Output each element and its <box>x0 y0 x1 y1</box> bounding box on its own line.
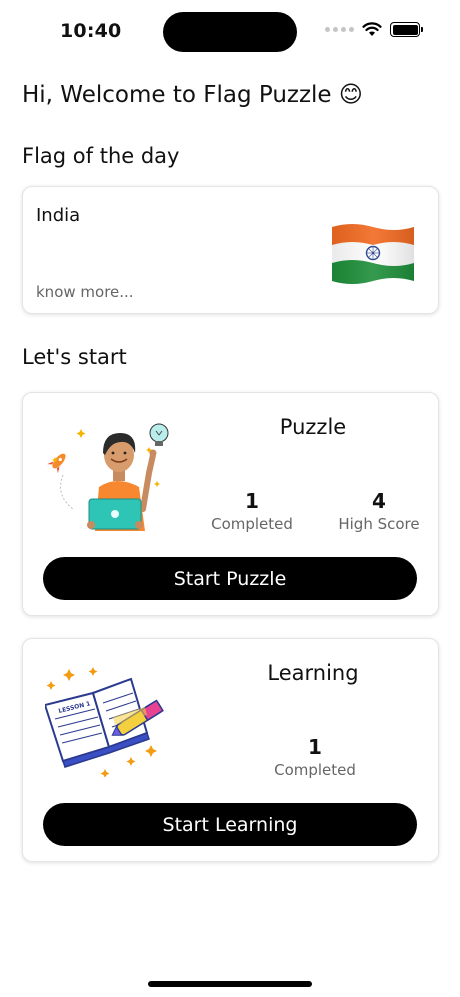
know-more-link[interactable]: know more... <box>36 283 134 301</box>
open-book-illustration: LESSON 1 <box>45 667 164 777</box>
status-icons <box>325 22 423 37</box>
puzzle-title: Puzzle <box>279 415 347 439</box>
flag-country-name: India <box>36 205 81 226</box>
lets-start-heading: Let's start <box>22 345 127 369</box>
status-time: 10:40 <box>60 20 122 42</box>
puzzle-high-score-value: 4 <box>372 489 386 513</box>
wifi-icon <box>362 22 382 36</box>
start-learning-button[interactable]: Start Learning <box>43 803 417 846</box>
flag-of-the-day-heading: Flag of the day <box>22 144 180 168</box>
status-bar: 10:40 <box>0 0 460 62</box>
person-laptop-illustration <box>47 423 169 531</box>
learning-completed-stat: 1 Completed <box>260 735 370 779</box>
puzzle-completed-value: 1 <box>245 489 259 513</box>
india-flag-icon <box>332 224 414 284</box>
home-indicator[interactable] <box>148 981 312 987</box>
dynamic-island <box>163 12 297 52</box>
welcome-title: Hi, Welcome to Flag Puzzle 😊 <box>22 82 363 108</box>
learning-card: LESSON 1 Learning 1 Completed Start Lear… <box>22 638 439 862</box>
battery-icon <box>390 22 423 37</box>
puzzle-high-score-label: High Score <box>338 515 420 533</box>
flag-of-the-day-card[interactable]: India know more... <box>22 186 439 314</box>
puzzle-high-score-stat: 4 High Score <box>324 489 434 533</box>
learning-title: Learning <box>267 661 359 685</box>
puzzle-completed-stat: 1 Completed <box>197 489 307 533</box>
cellular-signal-icon <box>325 27 354 32</box>
puzzle-card: Puzzle 1 Completed 4 High Score Start Pu… <box>22 392 439 616</box>
learning-completed-value: 1 <box>308 735 322 759</box>
start-puzzle-button[interactable]: Start Puzzle <box>43 557 417 600</box>
puzzle-completed-label: Completed <box>211 515 293 533</box>
learning-completed-label: Completed <box>274 761 356 779</box>
